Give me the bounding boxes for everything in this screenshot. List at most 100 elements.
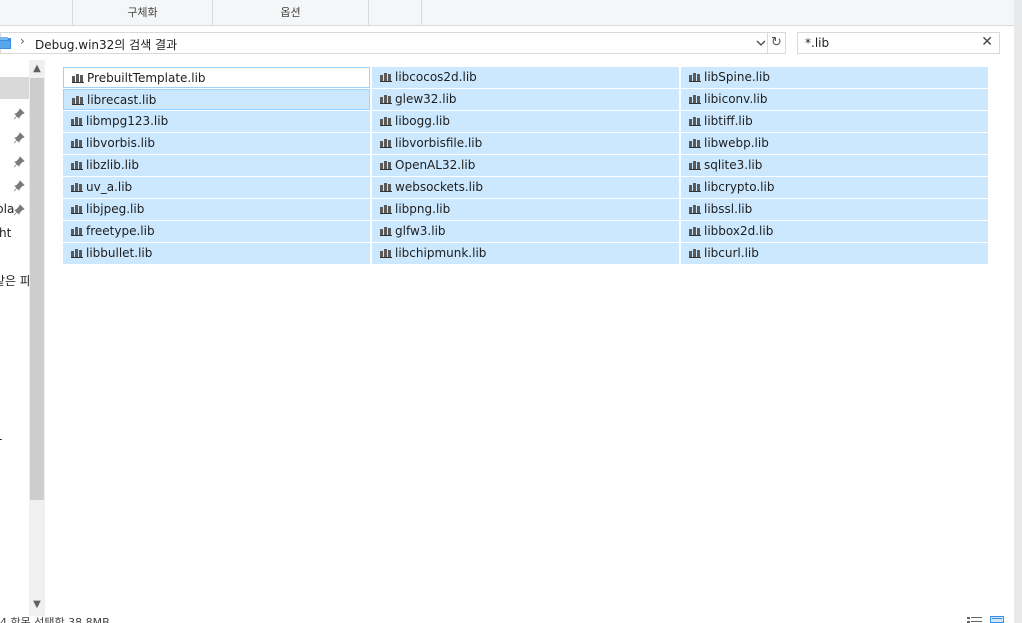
nav-pane-scrollbar[interactable]: ▲ ▼ [29,60,45,616]
library-file-icon [380,139,392,148]
file-name: sqlite3.lib [704,158,763,172]
file-item[interactable]: sqlite3.lib [681,155,988,176]
pin-icon[interactable] [13,156,25,168]
scrollbar-thumb[interactable] [30,78,44,500]
search-results-folder-icon [0,37,11,49]
file-item[interactable]: libiconv.lib [681,89,988,110]
library-file-icon [689,161,701,170]
nav-item-label[interactable]: ht [0,226,11,240]
details-view-icon[interactable] [967,616,983,623]
file-item[interactable]: glew32.lib [372,89,679,110]
file-name: freetype.lib [86,224,155,238]
file-name: librecast.lib [87,93,157,107]
file-name: glew32.lib [395,92,457,106]
file-item[interactable]: libcurl.lib [681,243,988,264]
library-file-icon [380,117,392,126]
refresh-button[interactable]: ↻ [768,32,786,54]
window-right-edge [1014,0,1022,623]
file-item[interactable]: libchipmunk.lib [372,243,679,264]
file-item[interactable]: libpng.lib [372,199,679,220]
large-icons-view-icon[interactable] [990,616,1004,623]
file-item[interactable]: libbox2d.lib [681,221,988,242]
navigation-pane: bla ht 같은 파 - [0,60,29,616]
file-name: libbox2d.lib [704,224,774,238]
library-file-icon [71,205,83,214]
address-bar[interactable]: › Debug.win32의 검색 결과 [0,32,768,54]
file-item[interactable]: libtiff.lib [681,111,988,132]
ribbon-group-labels: 구체화 옵션 [0,0,1014,26]
file-name: libiconv.lib [704,92,768,106]
library-file-icon [689,249,701,258]
library-file-icon [689,183,701,192]
file-item[interactable]: libcrypto.lib [681,177,988,198]
library-file-icon [380,227,392,236]
file-item[interactable]: libvorbisfile.lib [372,133,679,154]
library-file-icon [71,139,83,148]
library-file-icon [72,74,84,83]
file-item[interactable]: uv_a.lib [63,177,370,198]
library-file-icon [689,73,701,82]
file-name: libpng.lib [395,202,451,216]
ribbon-group-options[interactable]: 옵션 [213,0,369,26]
file-item[interactable]: libzlib.lib [63,155,370,176]
file-name: OpenAL32.lib [395,158,476,172]
library-file-icon [689,227,701,236]
file-item[interactable]: libSpine.lib [681,67,988,88]
file-item[interactable]: librecast.lib [63,89,370,110]
pin-icon[interactable] [13,132,25,144]
nav-item-selected[interactable] [0,77,29,99]
library-file-icon [380,183,392,192]
file-name: libmpg123.lib [86,114,169,128]
file-item[interactable]: libvorbis.lib [63,133,370,154]
library-file-icon [689,117,701,126]
file-name: libcrypto.lib [704,180,775,194]
pin-icon[interactable] [13,108,25,120]
library-file-icon [689,95,701,104]
file-item[interactable]: websockets.lib [372,177,679,198]
library-file-icon [71,227,83,236]
search-input[interactable]: *.lib [805,36,829,50]
file-name: glfw3.lib [395,224,446,238]
library-file-icon [380,95,392,104]
scroll-down-arrow-icon[interactable]: ▼ [29,596,45,614]
file-item[interactable]: libbullet.lib [63,243,370,264]
file-name: libssl.lib [704,202,753,216]
file-name: libwebp.lib [704,136,769,150]
library-file-icon [380,249,392,258]
clear-search-close-icon[interactable]: ✕ [981,34,993,50]
pin-icon[interactable] [13,204,25,216]
file-item[interactable]: PrebuiltTemplate.lib [63,67,370,88]
library-file-icon [380,73,392,82]
nav-item-label[interactable]: - [0,432,2,446]
status-bar-text: 4 항목 선택함 38.8MB [0,616,110,623]
ribbon-group-close[interactable] [369,0,422,26]
file-name: libbullet.lib [86,246,153,260]
scroll-up-arrow-icon[interactable]: ▲ [29,60,45,78]
explorer-window: 구체화 옵션 › Debug.win32의 검색 결과 ↻ *.lib ✕ la… [0,0,1022,623]
file-name: libcurl.lib [704,246,759,260]
file-item[interactable]: libogg.lib [372,111,679,132]
file-item[interactable]: libwebp.lib [681,133,988,154]
file-name: PrebuiltTemplate.lib [87,71,206,85]
library-file-icon [71,161,83,170]
file-name: libjpeg.lib [86,202,145,216]
breadcrumb-chevron-icon[interactable]: › [20,34,25,48]
file-item[interactable]: glfw3.lib [372,221,679,242]
ribbon-group-refine[interactable]: 구체화 [72,0,213,26]
file-item[interactable]: libssl.lib [681,199,988,220]
file-item[interactable]: libjpeg.lib [63,199,370,220]
library-file-icon [380,205,392,214]
pin-icon[interactable] [13,180,25,192]
address-history-chevron-down-icon[interactable] [755,36,767,50]
address-path[interactable]: Debug.win32의 검색 결과 [35,36,177,53]
search-box[interactable]: *.lib ✕ [797,32,1000,54]
file-name: libzlib.lib [86,158,139,172]
file-item[interactable]: OpenAL32.lib [372,155,679,176]
library-file-icon [689,205,701,214]
file-item[interactable]: libcocos2d.lib [372,67,679,88]
nav-item-label[interactable]: 같은 파 [0,272,29,289]
file-name: libvorbis.lib [86,136,155,150]
file-name: libvorbisfile.lib [395,136,483,150]
file-item[interactable]: freetype.lib [63,221,370,242]
file-item[interactable]: libmpg123.lib [63,111,370,132]
